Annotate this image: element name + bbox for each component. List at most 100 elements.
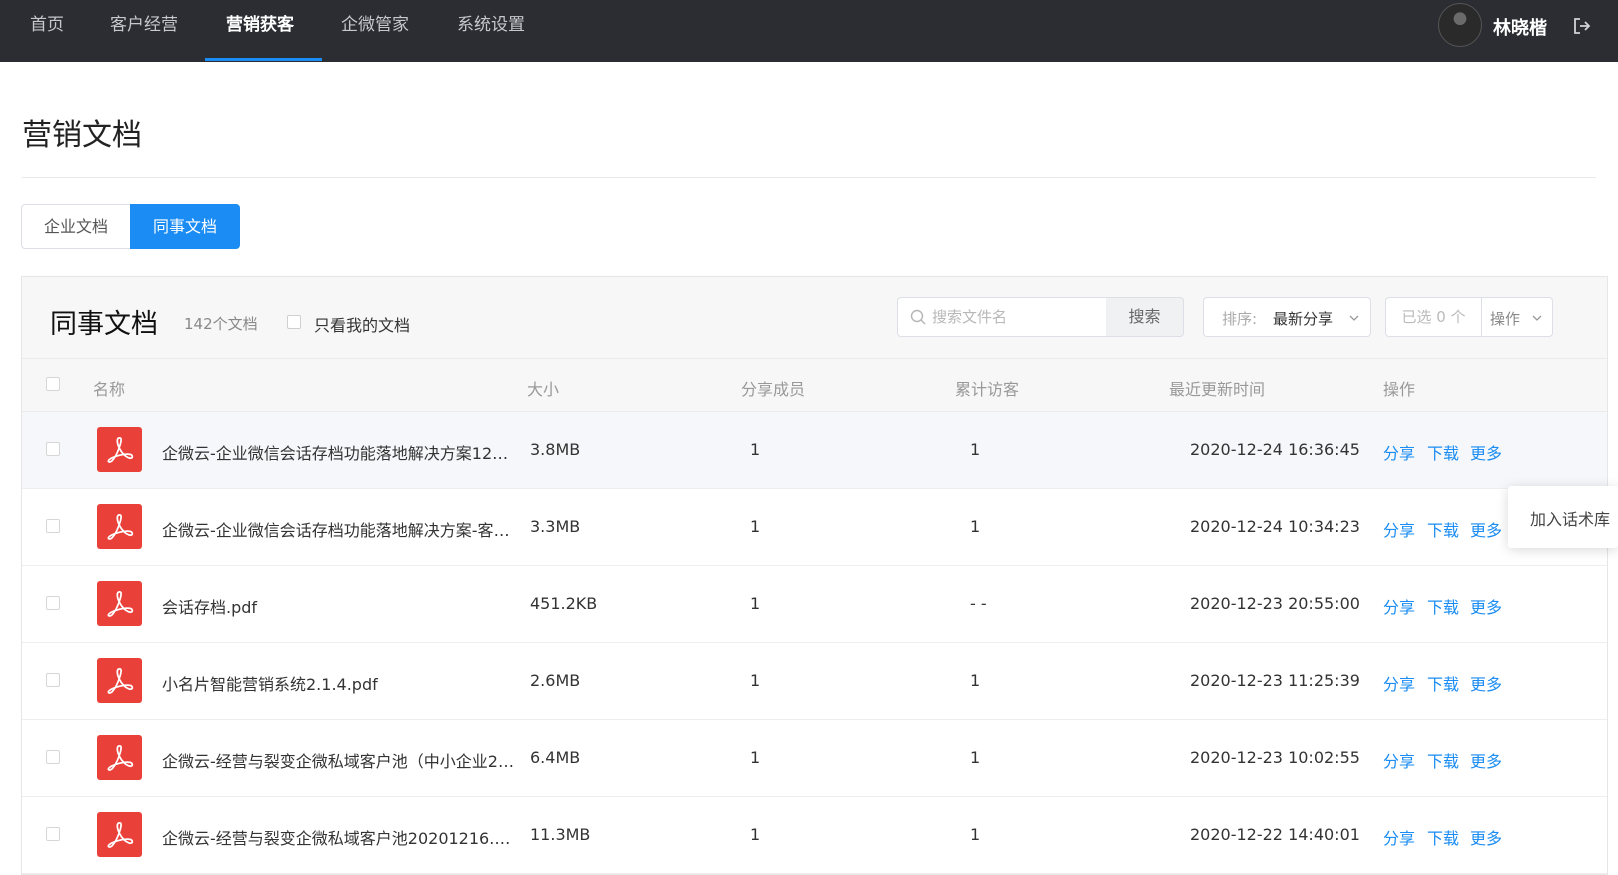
share-members: 1 [750,440,761,459]
search-button[interactable]: 搜索 [1106,297,1184,337]
download-link[interactable]: 下载 [1427,517,1459,541]
row-checkbox[interactable] [46,750,60,764]
more-link[interactable]: 更多 [1470,517,1502,541]
share-members: 1 [750,825,761,844]
panel-title: 同事文档 [50,309,158,340]
download-link[interactable]: 下载 [1427,440,1459,464]
header-name: 名称 [93,380,126,399]
updated-time: 2020-12-23 20:55:00 [1190,594,1360,613]
file-size: 11.3MB [530,825,591,844]
row-checkbox[interactable] [46,596,60,610]
row-checkbox[interactable] [46,827,60,841]
row-checkbox[interactable] [46,442,60,456]
chevron-down-icon [1532,315,1542,321]
header-time: 最近更新时间 [1169,380,1266,399]
logout-icon[interactable] [1572,16,1592,36]
menu-item-add-to-scripts[interactable]: 加入话术库 [1530,506,1610,530]
visitor-count: 1 [970,671,981,690]
share-link[interactable]: 分享 [1383,825,1415,849]
selected-count: 已选 0 个 [1385,297,1482,337]
batch-ops-label: 操作 [1490,310,1521,328]
nav-item-customer[interactable]: 客户经营 [110,0,178,62]
search-box [897,297,1107,337]
chevron-down-icon [1349,315,1359,321]
sort-select[interactable]: 排序: 最新分享 [1203,297,1371,337]
panel-toolbar: 同事文档 142个文档 只看我的文档 搜索 排序: 最新分享 已选 0 个 操作 [22,277,1607,359]
pdf-file-icon [97,427,142,472]
share-link[interactable]: 分享 [1383,517,1415,541]
share-link[interactable]: 分享 [1383,671,1415,695]
file-size: 6.4MB [530,748,581,767]
table-row[interactable]: 会话存档.pdf 451.2KB 1 - - 2020-12-23 20:55:00 分享… [22,566,1607,643]
updated-time: 2020-12-22 14:40:01 [1190,825,1360,844]
mine-only-label[interactable]: 只看我的文档 [314,312,410,336]
download-link[interactable]: 下载 [1427,671,1459,695]
more-link[interactable]: 更多 [1470,748,1502,772]
more-link[interactable]: 更多 [1470,671,1502,695]
pdf-file-icon [97,812,142,857]
file-name[interactable]: 小名片智能营销系统2.1.4.pdf [162,671,517,695]
updated-time: 2020-12-24 10:34:23 [1190,517,1360,536]
documents-panel: 同事文档 142个文档 只看我的文档 搜索 排序: 最新分享 已选 0 个 操作 [21,276,1608,875]
sort-value: 最新分享 [1273,310,1334,328]
select-all-checkbox[interactable] [46,377,60,391]
download-link[interactable]: 下载 [1427,748,1459,772]
pdf-file-icon [97,504,142,549]
file-name[interactable]: 企微云-企业微信会话存档功能落地解决方案-客户版.pdf [162,517,517,541]
table-row[interactable]: 小名片智能营销系统2.1.4.pdf 2.6MB 1 1 2020-12-23 11:2… [22,643,1607,720]
file-size: 2.6MB [530,671,581,690]
table-row[interactable]: 企微云-经营与裂变企微私域客户池20201216.pdf 11.3MB 1 1 2020… [22,797,1607,874]
file-size: 451.2KB [530,594,598,613]
tab-colleague-docs[interactable]: 同事文档 [130,204,240,249]
batch-ops-select[interactable]: 操作 [1481,297,1553,337]
download-link[interactable]: 下载 [1427,825,1459,849]
share-link[interactable]: 分享 [1383,748,1415,772]
more-link[interactable]: 更多 [1470,825,1502,849]
pdf-file-icon [97,658,142,703]
file-name[interactable]: 会话存档.pdf [162,594,517,618]
visitor-count: 1 [970,825,981,844]
user-name[interactable]: 林晓楷 [1493,14,1547,40]
share-members: 1 [750,594,761,613]
share-link[interactable]: 分享 [1383,440,1415,464]
file-name[interactable]: 企微云-经营与裂变企微私域客户池20201216.pdf [162,825,517,849]
download-link[interactable]: 下载 [1427,594,1459,618]
page-title: 营销文档 [22,118,142,153]
header-members: 分享成员 [741,380,806,399]
share-link[interactable]: 分享 [1383,594,1415,618]
avatar[interactable] [1438,3,1482,47]
more-link[interactable]: 更多 [1470,440,1502,464]
visitor-count: 1 [970,748,981,767]
share-members: 1 [750,748,761,767]
nav-item-marketing[interactable]: 营销获客 [226,0,294,62]
row-checkbox[interactable] [46,519,60,533]
file-size: 3.8MB [530,440,581,459]
search-icon [910,309,926,325]
header-actions: 操作 [1383,380,1416,399]
header-size: 大小 [527,380,560,399]
nav-active-indicator [205,58,322,61]
nav-item-home[interactable]: 首页 [30,0,64,62]
file-size: 3.3MB [530,517,581,536]
row-checkbox[interactable] [46,673,60,687]
share-members: 1 [750,671,761,690]
file-name[interactable]: 企微云-经营与裂变企微私域客户池（中小企业2B版）.pdf [162,748,517,772]
file-name[interactable]: 企微云-企业微信会话存档功能落地解决方案1217.pdf [162,440,517,464]
nav-item-settings[interactable]: 系统设置 [457,0,525,62]
table-header: 名称 大小 分享成员 累计访客 最近更新时间 操作 [22,359,1607,412]
table-row[interactable]: 企微云-经营与裂变企微私域客户池（中小企业2B版）.pdf 6.4MB 1 1 2020… [22,720,1607,797]
table-row[interactable]: 企微云-企业微信会话存档功能落地解决方案-客户版.pdf 3.3MB 1 1 2020-… [22,489,1607,566]
updated-time: 2020-12-24 16:36:45 [1190,440,1360,459]
more-link[interactable]: 更多 [1470,594,1502,618]
updated-time: 2020-12-23 10:02:55 [1190,748,1360,767]
sort-label: 排序: [1222,310,1258,328]
visitor-count: 1 [970,440,981,459]
pdf-file-icon [97,581,142,626]
table-row[interactable]: 企微云-企业微信会话存档功能落地解决方案1217.pdf 3.8MB 1 1 2020-… [22,412,1607,489]
search-input[interactable] [932,298,1102,336]
header-visitors: 累计访客 [955,380,1020,399]
mine-only-checkbox[interactable] [287,315,301,329]
top-nav: 首页 客户经营 营销获客 企微管家 系统设置 林晓楷 [0,0,1618,62]
tab-enterprise-docs[interactable]: 企业文档 [21,204,131,249]
nav-item-wecom[interactable]: 企微管家 [341,0,409,62]
